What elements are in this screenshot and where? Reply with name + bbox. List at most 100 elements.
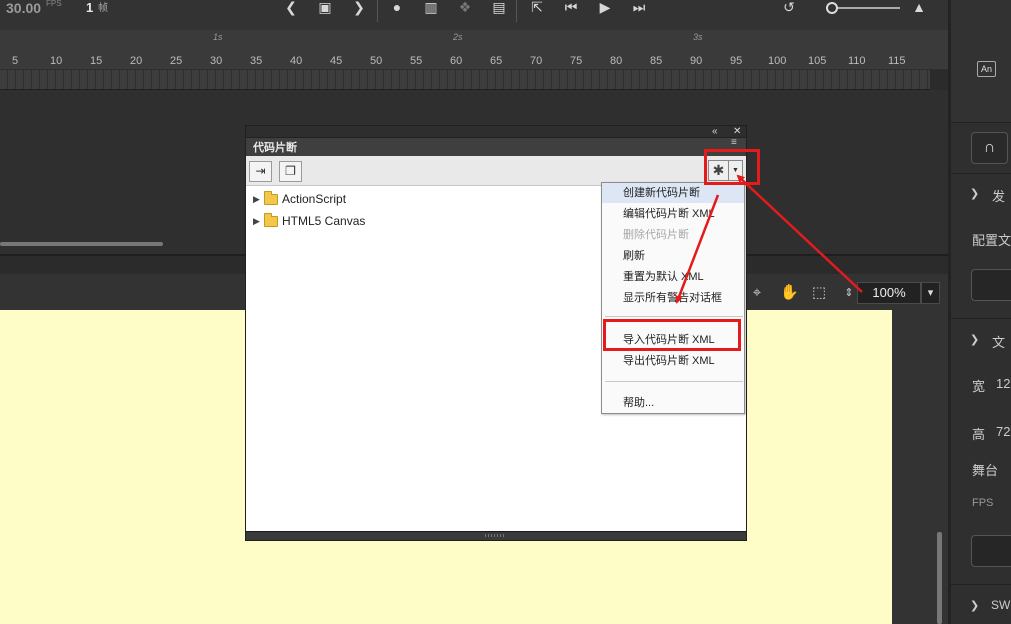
section-divider <box>951 173 1011 174</box>
fps-label: FPS <box>972 497 994 509</box>
snap-magnet-button[interactable]: ∩ <box>971 132 1008 164</box>
profile-label: 配置文 <box>972 233 1011 248</box>
panel-title[interactable]: 代码片断 <box>253 139 297 155</box>
frame-tick-label: 90 <box>690 55 703 67</box>
fps-unit-label: FPS <box>46 0 62 8</box>
menu-separator <box>605 316 743 317</box>
frame-tick-label: 50 <box>370 55 383 67</box>
annotation-highlight-import <box>603 319 741 351</box>
onion-skin-icon[interactable]: ● <box>386 0 408 16</box>
collapse-panel-icon[interactable]: « <box>712 126 718 137</box>
height-value[interactable]: 72 <box>996 424 1010 439</box>
expand-arrow-icon[interactable]: ▶ <box>253 216 264 227</box>
menu-item-delete-snippet[interactable]: 删除代码片断 <box>602 225 744 245</box>
toolbar-separator <box>377 0 378 22</box>
frames-strip[interactable] <box>0 70 930 90</box>
undo-zoom-icon[interactable]: ↺ <box>778 0 800 16</box>
frame-tick-label: 95 <box>730 55 743 67</box>
step-forward-icon[interactable]: ⏭ <box>628 0 650 16</box>
frame-tick-label: 70 <box>530 55 543 67</box>
frame-tick-label: 100 <box>768 55 787 67</box>
frame-tick-label: 75 <box>570 55 583 67</box>
frame-tick-label: 115 <box>888 55 906 67</box>
frame-tick-label: 105 <box>808 55 827 67</box>
folder-icon <box>264 212 278 227</box>
frame-tick-label: 10 <box>50 55 63 67</box>
hand-rotate-icon[interactable]: ✋ <box>780 284 799 302</box>
menu-item-create-snippet[interactable]: 创建新代码片断 <box>602 183 744 203</box>
panel-header-strip[interactable] <box>246 126 746 137</box>
frame-tick-label: 85 <box>650 55 663 67</box>
section-divider <box>951 584 1011 585</box>
panel-menu-icon[interactable]: ≡ <box>731 138 741 148</box>
crosshair-icon[interactable]: ⌖ <box>748 284 766 302</box>
frame-tick-label: 45 <box>330 55 343 67</box>
tree-folder-html5-canvas[interactable]: ▶ HTML5 Canvas <box>253 212 365 230</box>
width-value[interactable]: 12 <box>996 376 1010 391</box>
fps-value[interactable]: 30.00 <box>6 0 41 16</box>
copy-to-clipboard-icon[interactable]: ❐ <box>279 161 302 182</box>
swf-section-label[interactable]: SW <box>991 598 1010 612</box>
menu-item-export-snippets-xml[interactable]: 导出代码片断 XML <box>602 351 744 371</box>
section-divider <box>951 318 1011 319</box>
second-marker: 3s <box>693 32 703 42</box>
frame-tick-label: 80 <box>610 55 623 67</box>
toolbar-separator <box>516 0 517 22</box>
fps-input[interactable] <box>971 535 1011 567</box>
panel-tab-row <box>246 137 746 156</box>
center-frame-icon[interactable]: ▣ <box>314 0 336 16</box>
stage-label: 舞台 <box>972 463 999 478</box>
menu-item-refresh[interactable]: 刷新 <box>602 246 744 266</box>
onion-outline-icon[interactable]: ▥ <box>420 0 442 16</box>
menu-item-show-warnings[interactable]: 显示所有警告对话框 <box>602 288 744 308</box>
publish-section-label[interactable]: 发 <box>992 186 1005 205</box>
timeline-zoom-knob[interactable] <box>826 2 838 14</box>
document-section-label[interactable]: 文 <box>992 332 1005 351</box>
frame-tick-label: 55 <box>410 55 423 67</box>
chevron-left-icon[interactable]: ❮ <box>280 0 302 16</box>
add-to-timeline-icon[interactable]: ⇥ <box>249 161 272 182</box>
menu-item-edit-snippets-xml[interactable]: 编辑代码片断 XML <box>602 204 744 224</box>
current-frame-number[interactable]: 1 <box>86 0 93 15</box>
annotation-highlight-gear <box>704 149 760 185</box>
chevron-down-icon[interactable]: ▾ <box>921 282 940 304</box>
frame-tick-label: 40 <box>290 55 303 67</box>
stage-vertical-scrollbar[interactable] <box>937 532 942 624</box>
close-icon[interactable]: ✕ <box>733 126 741 137</box>
animate-document-icon[interactable]: An <box>977 61 996 77</box>
play-icon[interactable]: ▶ <box>594 0 616 16</box>
height-label: 高 <box>972 427 986 442</box>
frame-tick-label: 15 <box>90 55 103 67</box>
second-marker: 2s <box>453 32 463 42</box>
tree-folder-actionscript[interactable]: ▶ ActionScript <box>253 190 346 208</box>
chevron-right-icon[interactable]: ❯ <box>970 599 979 612</box>
clip-stage-icon[interactable]: ⬚ <box>810 284 828 302</box>
profile-dropdown[interactable] <box>971 269 1011 301</box>
frame-tick-label: 30 <box>210 55 223 67</box>
chevron-down-icon[interactable]: ❯ <box>970 333 979 346</box>
zoom-level-field[interactable]: 100% <box>857 282 921 304</box>
mountain-icon[interactable]: ▲ <box>908 0 930 16</box>
frame-tick-label: 60 <box>450 55 463 67</box>
second-marker: 1s <box>213 32 223 42</box>
chevron-right-icon[interactable]: ❯ <box>348 0 370 16</box>
edit-multiple-frames-icon[interactable]: ❖ <box>454 0 476 16</box>
chevron-down-icon[interactable]: ❯ <box>970 187 979 200</box>
timeline-horizontal-scrollbar[interactable] <box>0 242 163 246</box>
zoom-stepper-icon[interactable]: ⇕ <box>840 284 858 302</box>
frame-tick-label: 25 <box>170 55 183 67</box>
resize-grip[interactable] <box>485 534 505 537</box>
frame-tick-label: 5 <box>12 55 19 67</box>
expand-arrow-icon[interactable]: ▶ <box>253 194 264 205</box>
tree-folder-label: ActionScript <box>282 192 347 206</box>
frame-tick-label: 110 <box>848 55 866 67</box>
tree-folder-label: HTML5 Canvas <box>282 214 366 228</box>
width-label: 宽 <box>972 379 986 394</box>
loop-frames-icon[interactable]: ▤ <box>488 0 510 16</box>
frame-tick-label: 20 <box>130 55 143 67</box>
menu-item-reset-xml[interactable]: 重置为默认 XML <box>602 267 744 287</box>
export-icon[interactable]: ⇱ <box>526 0 548 16</box>
step-back-icon[interactable]: ⏮ <box>560 0 582 16</box>
frame-tick-label: 35 <box>250 55 263 67</box>
menu-item-help[interactable]: 帮助... <box>602 393 744 413</box>
